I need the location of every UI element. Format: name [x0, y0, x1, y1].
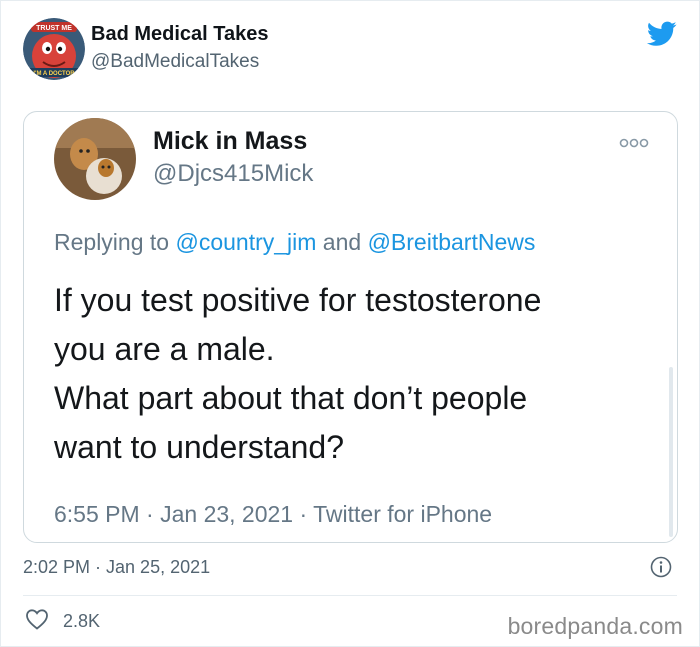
tweet-timestamp[interactable]: 2:02 PM · Jan 25, 2021	[23, 557, 210, 578]
user-handle[interactable]: @BadMedicalTakes	[91, 51, 259, 73]
svg-text:TRUST ME: TRUST ME	[36, 25, 72, 32]
display-name[interactable]: Bad Medical Takes	[91, 23, 268, 46]
tweet-text-line: If you test positive for testosterone	[54, 282, 542, 318]
heart-icon[interactable]	[25, 608, 49, 635]
tweet-card: TRUST ME I'M A DOCTOR Bad Medical Takes …	[0, 0, 700, 647]
mention-link: @country_jim	[175, 229, 317, 255]
quoted-tweet-screenshot[interactable]: Mick in Mass @Djcs415Mick Replying to @c…	[23, 111, 678, 543]
reply-prefix: Replying to	[54, 229, 176, 255]
mention-link: @BreitbartNews	[367, 229, 536, 255]
quoted-display-name: Mick in Mass	[153, 127, 308, 155]
quoted-timestamp: 6:55 PM · Jan 23, 2021 · Twitter for iPh…	[54, 501, 493, 527]
info-icon[interactable]	[650, 556, 672, 578]
tweet-text-line: want to understand?	[54, 429, 344, 465]
more-options-icon	[619, 136, 649, 148]
avatar[interactable]: TRUST ME I'M A DOCTOR	[23, 18, 85, 80]
svg-text:I'M A DOCTOR: I'M A DOCTOR	[33, 71, 75, 77]
quoted-handle: @Djcs415Mick	[153, 160, 314, 187]
replying-to-line: Replying to @country_jim and @BreitbartN…	[54, 229, 535, 256]
divider	[23, 595, 677, 596]
reply-and: and	[316, 229, 368, 255]
tweet-text-line: What part about that don’t people	[54, 380, 528, 416]
like-count: 2.8K	[63, 610, 101, 631]
watermark: boredpanda.com	[507, 613, 683, 639]
like-button[interactable]: 2.8K	[25, 608, 101, 635]
tweet-text-line: you are a male.	[54, 331, 275, 367]
quoted-tweet-text: If you test positive for testosterone yo…	[54, 276, 654, 472]
twitter-bird-icon[interactable]	[646, 21, 677, 47]
quoted-avatar	[54, 118, 136, 200]
scrollbar	[669, 367, 673, 537]
